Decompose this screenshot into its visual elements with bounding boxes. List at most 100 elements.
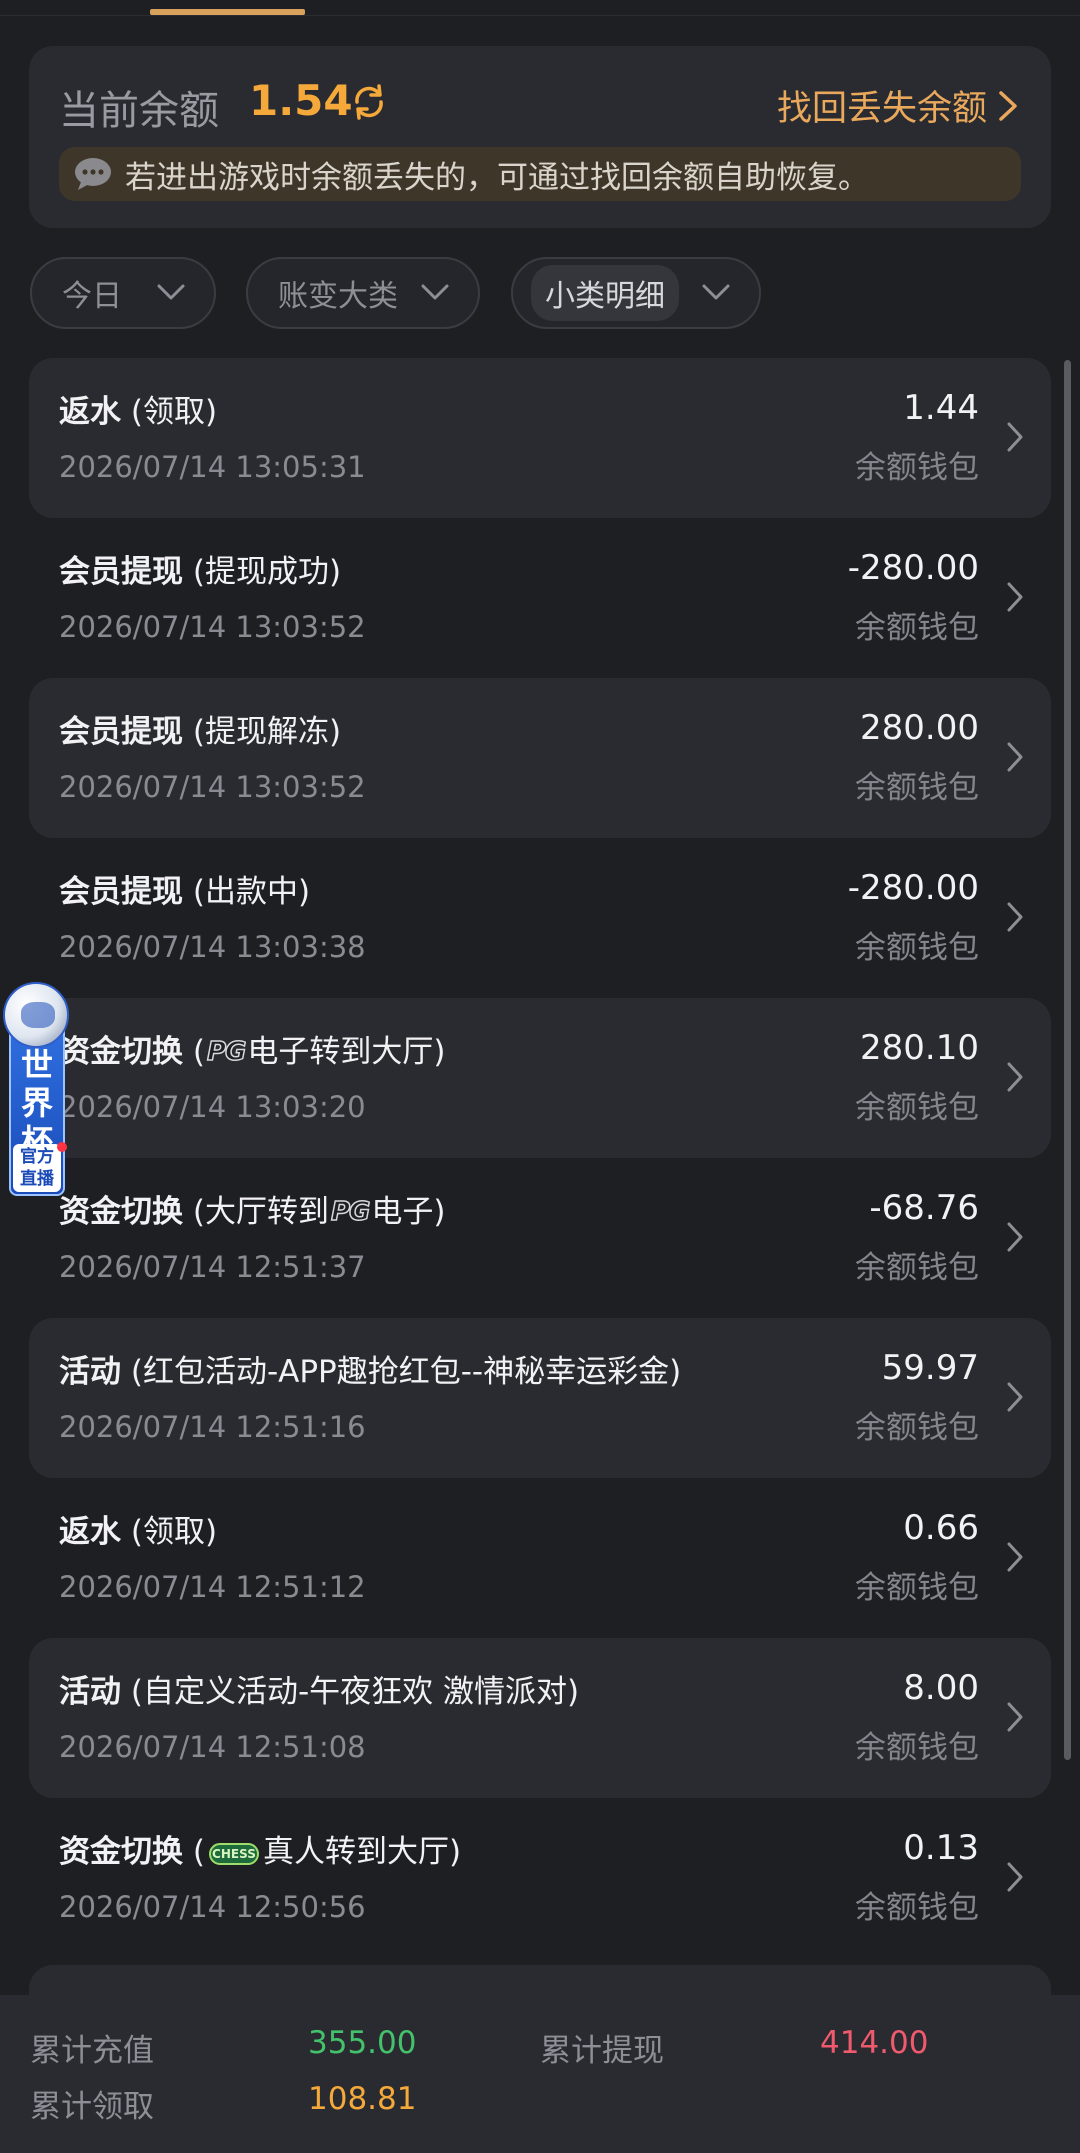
transaction-type: 返水: [59, 394, 121, 430]
transaction-amount: 59.97: [881, 1348, 979, 1388]
chevron-right-icon: [1007, 1702, 1023, 1732]
transaction-row[interactable]: 活动 (红包活动-APP趣抢红包--神秘幸运彩金) 2026/07/14 12:5…: [29, 1318, 1051, 1478]
chevron-down-icon: [421, 284, 449, 300]
transaction-time: 2026/07/14 13:03:20: [59, 1090, 366, 1124]
transaction-wallet: 余额钱包: [855, 1250, 979, 1286]
transaction-detail: (提现解冻): [183, 714, 342, 750]
total-withdraw-label: 累计提现: [540, 2033, 664, 2069]
transaction-title: 资金切换 (PG电子转到大厅): [59, 1026, 445, 1071]
transaction-time: 2026/07/14 12:51:37: [59, 1250, 366, 1284]
chevron-right-icon: [1007, 1542, 1023, 1572]
transaction-wallet: 余额钱包: [855, 930, 979, 966]
transaction-detail: (自定义活动-午夜狂欢 激情派对): [121, 1674, 580, 1710]
active-tab-indicator: [150, 9, 305, 15]
total-withdraw-value: 414.00: [820, 2025, 929, 2061]
transaction-time: 2026/07/14 13:03:52: [59, 610, 366, 644]
transaction-amount: -68.76: [869, 1188, 979, 1228]
transaction-detail: (红包活动-APP趣抢红包--神秘幸运彩金): [121, 1354, 682, 1390]
recover-balance-link[interactable]: 找回丢失余额: [777, 80, 1021, 131]
transaction-title: 活动 (自定义活动-午夜狂欢 激情派对): [59, 1666, 579, 1711]
transaction-amount: 1.44: [903, 388, 979, 428]
transaction-amount: 8.00: [903, 1668, 979, 1708]
transaction-time: 2026/07/14 13:05:31: [59, 450, 366, 484]
transaction-type: 资金切换: [59, 1834, 183, 1870]
balance-label: 当前余额: [59, 88, 219, 134]
transaction-row[interactable]: 会员提现 (提现解冻) 2026/07/14 13:03:52 280.00 余额钱包: [29, 678, 1051, 838]
transaction-detail-suffix: 真人转到大厅): [262, 1834, 462, 1870]
total-deposit-label: 累计充值: [30, 2033, 154, 2069]
chevron-right-icon: [1007, 422, 1023, 452]
transaction-type: 资金切换: [59, 1034, 183, 1070]
transaction-row[interactable]: 会员提现 (出款中) 2026/07/14 13:03:38 -280.00 余额钱包: [29, 838, 1051, 998]
transaction-title: 资金切换 (大厅转到PG电子): [59, 1186, 445, 1231]
transaction-type: 会员提现: [59, 554, 183, 590]
chevron-right-icon: [1007, 1862, 1023, 1892]
transaction-wallet: 余额钱包: [855, 1570, 979, 1606]
transaction-row[interactable]: 返水 (领取) 2026/07/14 13:05:31 1.44 余额钱包: [29, 358, 1051, 518]
transaction-detail: (领取): [121, 394, 218, 430]
filter-subcategory-dropdown[interactable]: 小类明细: [511, 257, 761, 329]
chevron-right-icon: [1007, 582, 1023, 612]
filter-category-label: 账变大类: [278, 279, 398, 314]
world-cup-floating-widget[interactable]: 世界杯 官方直播: [3, 982, 69, 1196]
transaction-wallet: 余额钱包: [855, 770, 979, 806]
transaction-type: 活动: [59, 1674, 121, 1710]
transaction-row[interactable]: 资金切换 (大厅转到PG电子) 2026/07/14 12:51:37 -68.76…: [29, 1158, 1051, 1318]
summary-footer: 累计充值 355.00 累计提现 414.00 累计领取 108.81: [0, 1995, 1080, 2153]
transaction-amount: 0.66: [903, 1508, 979, 1548]
filter-subcategory-label: 小类明细: [531, 265, 679, 321]
transaction-amount: 280.10: [860, 1028, 979, 1068]
filter-day-dropdown[interactable]: 今日: [30, 257, 216, 329]
transaction-amount: -280.00: [847, 548, 979, 588]
live-dot-icon: [57, 1142, 67, 1152]
chevron-down-icon: [702, 284, 730, 300]
transaction-title: 会员提现 (出款中): [59, 866, 310, 911]
transaction-detail-suffix: 电子): [371, 1194, 446, 1230]
transaction-row[interactable]: 活动 (自定义活动-午夜狂欢 激情派对) 2026/07/14 12:51:08 8…: [29, 1638, 1051, 1798]
total-deposit-value: 355.00: [308, 2025, 417, 2061]
chevron-right-icon: [1007, 1222, 1023, 1252]
transaction-row[interactable]: 返水 (领取) 2026/07/14 12:51:12 0.66 余额钱包: [29, 1478, 1051, 1638]
pg-logo-icon: PG: [330, 1196, 371, 1228]
recover-tip-text: 若进出游戏时余额丢失的，可通过找回余额自助恢复。: [125, 159, 869, 196]
transaction-time: 2026/07/14 12:51:12: [59, 1570, 366, 1604]
transaction-time: 2026/07/14 12:51:08: [59, 1730, 366, 1764]
transaction-wallet: 余额钱包: [855, 610, 979, 646]
list-scrollbar[interactable]: [1064, 360, 1071, 1760]
live-casino-logo-icon: CHESS: [208, 1843, 259, 1865]
transaction-type: 会员提现: [59, 714, 183, 750]
transaction-row[interactable]: 资金切换 (CHESS 真人转到大厅) 2026/07/14 12:50:56 0.1…: [29, 1798, 1051, 1958]
transaction-row[interactable]: 资金切换 (PG电子转到大厅) 2026/07/14 13:03:20 280.10…: [29, 998, 1051, 1158]
transaction-time: 2026/07/14 12:51:16: [59, 1410, 366, 1444]
refresh-icon[interactable]: [349, 82, 389, 122]
recover-tip-bar: 若进出游戏时余额丢失的，可通过找回余额自助恢复。: [59, 147, 1021, 201]
transaction-row[interactable]: 会员提现 (提现成功) 2026/07/14 13:03:52 -280.00 余额钱…: [29, 518, 1051, 678]
chevron-right-icon: [1007, 1382, 1023, 1412]
transaction-title: 活动 (红包活动-APP趣抢红包--神秘幸运彩金): [59, 1346, 681, 1391]
transaction-type: 活动: [59, 1354, 121, 1390]
transaction-detail: (提现成功): [183, 554, 342, 590]
transaction-detail: (领取): [121, 1514, 218, 1550]
transaction-title: 资金切换 (CHESS 真人转到大厅): [59, 1826, 461, 1871]
transaction-time: 2026/07/14 13:03:52: [59, 770, 366, 804]
transaction-detail: (: [183, 1834, 205, 1870]
official-live-badge: 官方直播: [13, 1144, 61, 1192]
transaction-time: 2026/07/14 13:03:38: [59, 930, 366, 964]
transaction-detail-suffix: 电子转到大厅): [247, 1034, 446, 1070]
transaction-title: 会员提现 (提现解冻): [59, 706, 341, 751]
total-claim-label: 累计领取: [30, 2089, 154, 2125]
filter-category-dropdown[interactable]: 账变大类: [246, 257, 480, 329]
transaction-type: 返水: [59, 1514, 121, 1550]
transaction-type: 资金切换: [59, 1194, 183, 1230]
transaction-amount: 0.13: [903, 1828, 979, 1868]
transaction-amount: 280.00: [860, 708, 979, 748]
chat-bubble-icon: [75, 158, 111, 190]
chevron-right-icon: [999, 90, 1017, 121]
filter-day-label: 今日: [62, 279, 122, 314]
transaction-title: 返水 (领取): [59, 386, 217, 431]
chevron-down-icon: [157, 284, 185, 300]
transaction-title: 会员提现 (提现成功): [59, 546, 341, 591]
total-claim-value: 108.81: [308, 2081, 417, 2117]
transaction-amount: -280.00: [847, 868, 979, 908]
transaction-list: 返水 (领取) 2026/07/14 13:05:31 1.44 余额钱包 会员提现 (…: [29, 358, 1051, 1958]
